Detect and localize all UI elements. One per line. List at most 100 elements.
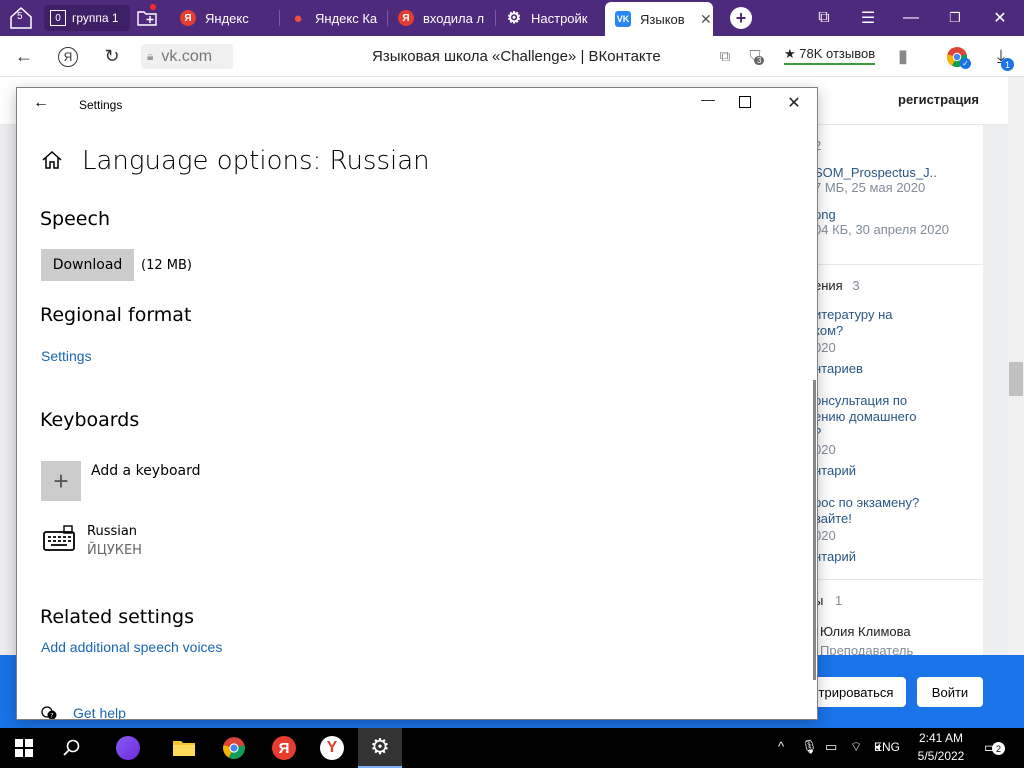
yandex-taskbar-button[interactable]: Я	[262, 728, 306, 768]
keyboards-heading: Keyboards	[40, 409, 140, 431]
topic-title[interactable]: вайте!	[814, 511, 852, 526]
add-keyboard-button[interactable]: +	[41, 461, 81, 501]
signup-button[interactable]: трироваться	[806, 677, 906, 707]
tab-yandex[interactable]: Я Яндекс	[180, 0, 280, 36]
topic-comments[interactable]: нтариев	[814, 361, 863, 376]
yandex-button[interactable]: Я	[52, 36, 84, 77]
tab-group[interactable]: 0 группа 1	[44, 5, 130, 31]
tray-expand-button[interactable]: ^	[778, 739, 784, 754]
page-title-text: Языковая школа «Challenge» | ВКонтакте	[372, 48, 661, 65]
download-button[interactable]: Download	[41, 249, 134, 281]
get-help-link[interactable]: Get help	[73, 705, 126, 719]
back-button[interactable]: ←	[8, 36, 40, 77]
battery-tray-button[interactable]: ▭	[825, 739, 837, 755]
settings-minimize-button[interactable]: —	[693, 91, 723, 119]
settings-maximize-button[interactable]	[739, 96, 751, 108]
microphone-icon: 🎙︎	[801, 739, 818, 754]
page-scrollbar[interactable]: ▼	[1008, 77, 1024, 728]
reload-button[interactable]: ↻	[96, 36, 128, 77]
language-indicator[interactable]: ENG	[870, 740, 904, 754]
add-keyboard-label[interactable]: Add a keyboard	[91, 463, 201, 479]
gear-icon: ⚙	[370, 734, 390, 759]
microphone-tray-button[interactable]: 🎙︎	[801, 739, 818, 755]
restore-icon: ❐	[949, 10, 961, 25]
url-field[interactable]: 🔒︎ vk.com	[141, 44, 233, 69]
topic-comments[interactable]: нтарий	[814, 463, 856, 478]
tab-vk-active[interactable]: VK Языков ✕	[605, 2, 713, 36]
register-link[interactable]: регистрация	[898, 92, 979, 107]
translate-button[interactable]: ⧉	[712, 36, 738, 77]
home-button[interactable]: 5	[3, 0, 39, 36]
back-arrow-icon: ←	[33, 94, 49, 111]
keyboard-item[interactable]	[43, 525, 75, 556]
menu-button[interactable]: ☰	[850, 0, 886, 36]
tab-settings[interactable]: ⚙ Настройк	[506, 0, 598, 36]
close-browser-button[interactable]: ✕	[982, 0, 1018, 36]
translate-icon: ⧉	[719, 48, 731, 65]
search-button[interactable]	[50, 728, 94, 768]
settings-scrollbar[interactable]	[813, 380, 816, 680]
restore-browser-button[interactable]: ❐	[937, 0, 973, 36]
doc-name[interactable]: SOM_Prospectus_J..	[814, 165, 937, 180]
settings-home-button[interactable]	[41, 150, 63, 175]
vk-icon: VK	[615, 11, 631, 27]
new-group-button[interactable]	[129, 0, 165, 36]
tab-vhodila[interactable]: Я входила л	[398, 0, 494, 36]
topic-comments[interactable]: нтарий	[814, 549, 856, 564]
close-icon: ✕	[993, 10, 1007, 27]
chrome-taskbar-button[interactable]	[212, 728, 256, 768]
alice-icon	[116, 736, 140, 760]
help-icon: ?	[41, 705, 57, 720]
topic-title[interactable]: ению домашнего	[814, 409, 917, 424]
chrome-extension-button[interactable]: ✓	[943, 36, 971, 77]
yandex-icon: Я	[398, 10, 414, 26]
close-tab-icon[interactable]: ✕	[700, 11, 712, 28]
login-button[interactable]: Войти	[917, 677, 983, 707]
settings-close-button[interactable]: ✕	[784, 93, 804, 113]
chat-help-icon: ?	[41, 706, 57, 720]
settings-back-button[interactable]: ←	[33, 94, 49, 112]
network-tray-button[interactable]: ⌔	[850, 739, 862, 755]
speech-voices-link[interactable]: Add additional speech voices	[41, 639, 222, 655]
minimize-icon: —	[903, 9, 919, 26]
divider	[805, 579, 983, 580]
keyboard-layout: ЙЦУКЕН	[87, 543, 142, 558]
bookmark-button[interactable]: ▮	[890, 36, 916, 77]
folder-plus-icon	[137, 11, 157, 26]
hamburger-icon: ☰	[860, 10, 876, 27]
settings-taskbar-button[interactable]: ⚙	[358, 728, 402, 768]
tab-yandex-maps[interactable]: ● Яндекс Ка	[290, 0, 386, 36]
related-heading: Related settings	[40, 606, 194, 628]
minimize-browser-button[interactable]: —	[893, 0, 929, 36]
start-button[interactable]	[2, 728, 46, 768]
settings-window: ← Settings — ✕ Language options: Russian…	[16, 87, 818, 720]
bookmark-icon: ▮	[898, 46, 908, 66]
address-bar: ← Я ↻ 🔒︎ vk.com Языковая школа «Challeng…	[0, 36, 1024, 77]
notifications-button[interactable]: ▭ 2	[984, 739, 1005, 756]
yandex-browser-taskbar-button[interactable]: Y	[310, 728, 354, 768]
notification-dot	[150, 4, 156, 10]
protect-button[interactable]: ⛉ 3	[742, 36, 768, 77]
topic-title[interactable]: ком?	[814, 323, 843, 338]
scrollbar-thumb[interactable]	[1009, 362, 1023, 396]
member-name[interactable]: Юлия Климова	[820, 624, 911, 639]
collections-button[interactable]: ⧉	[806, 0, 842, 36]
home-badge: 5	[17, 11, 23, 22]
file-explorer-button[interactable]	[162, 728, 206, 768]
search-icon	[63, 739, 80, 756]
discussions-count: 3	[852, 278, 860, 293]
clock-date[interactable]: 5/5/2022	[912, 749, 970, 763]
clock-time[interactable]: 2:41 AM	[912, 731, 970, 745]
new-tab-button[interactable]: +	[723, 0, 759, 36]
regional-heading: Regional format	[40, 304, 192, 326]
reviews-badge[interactable]: ★ 78K отзывов	[784, 46, 876, 65]
downloads-button[interactable]: ⤓ 1	[988, 36, 1014, 77]
tab-label: Настройк	[531, 10, 588, 26]
topic-title[interactable]: онсультация по	[814, 393, 907, 408]
topic-title[interactable]: итературу на	[814, 307, 893, 322]
regional-settings-link[interactable]: Settings	[41, 348, 92, 364]
alice-button[interactable]	[106, 728, 150, 768]
topic-title[interactable]: рос по экзамену?	[814, 495, 919, 510]
lock-icon: 🔒︎	[147, 49, 154, 63]
svg-text:?: ?	[50, 713, 53, 720]
